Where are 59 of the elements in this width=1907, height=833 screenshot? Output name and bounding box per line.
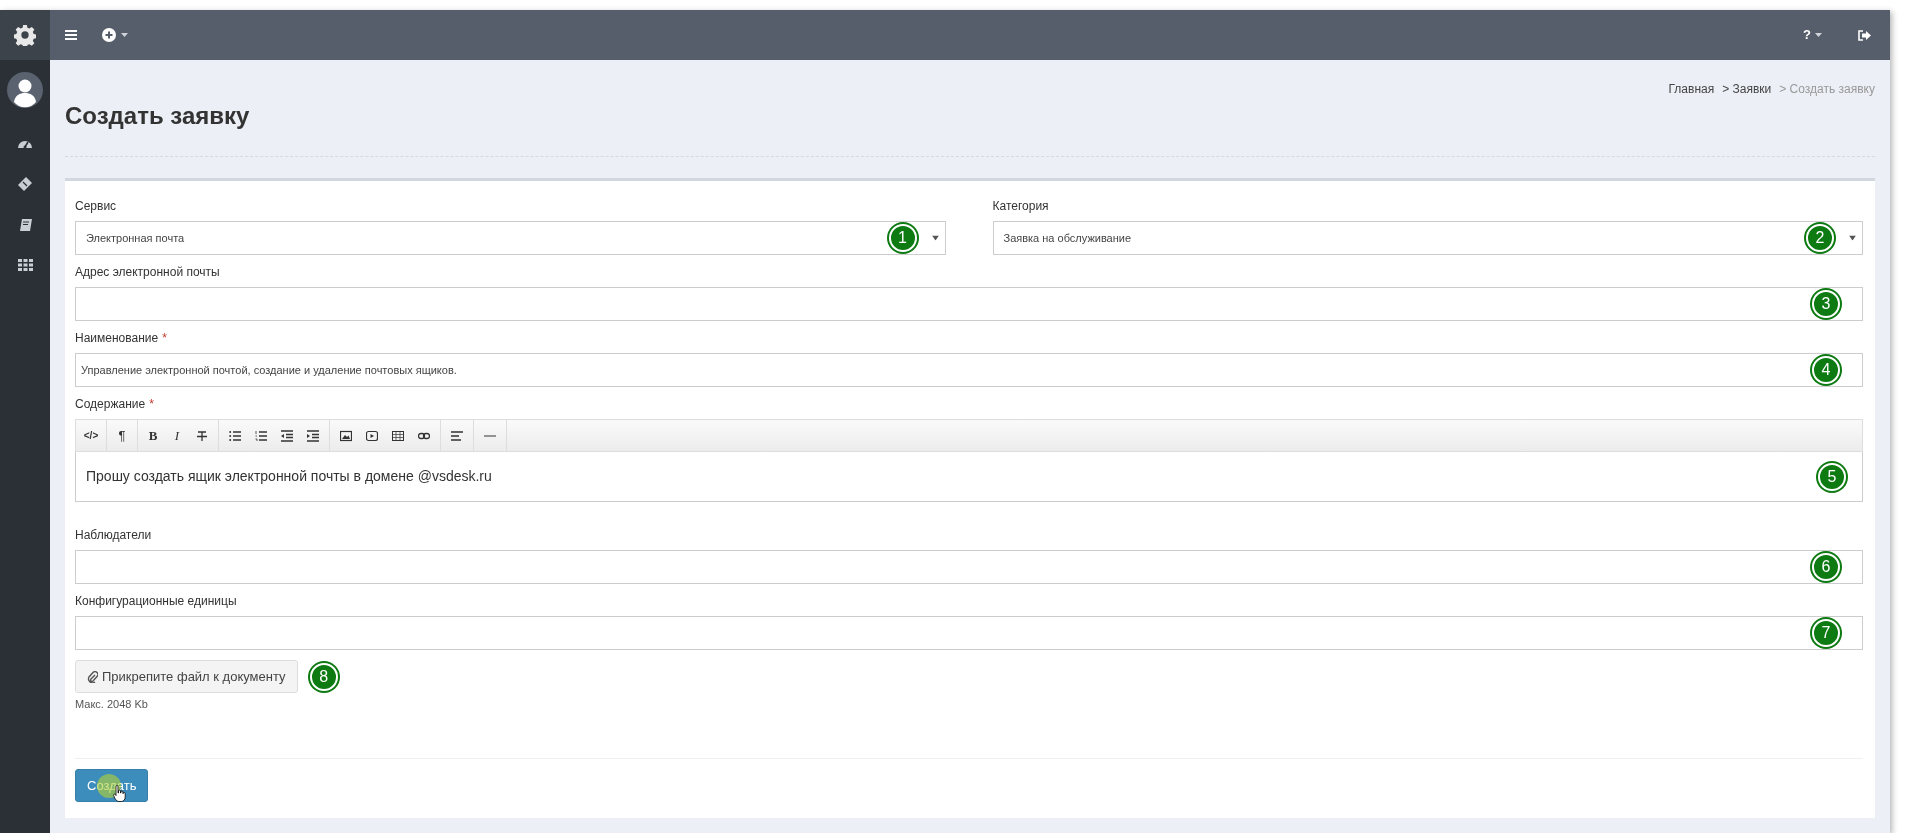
callout-badge: 4 [1812, 356, 1840, 384]
caret-icon [1815, 33, 1822, 37]
field-label: Сервис [75, 198, 117, 215]
input-field[interactable]: 7 [75, 616, 1863, 650]
input-field[interactable]: 3 [75, 287, 1863, 321]
video-icon[interactable] [366, 429, 378, 442]
menu-icon[interactable] [65, 30, 77, 40]
callout-badge: 8 [309, 662, 338, 691]
italic-button[interactable]: I [165, 423, 189, 448]
page-title: Создать заявку [65, 101, 250, 131]
paragraph-button[interactable]: ¶ [110, 423, 134, 448]
add-button[interactable] [102, 28, 128, 42]
dropdown-caret-icon [1849, 235, 1856, 241]
dropdown-caret-icon [931, 235, 939, 241]
required-mark: * [149, 396, 154, 413]
field-label: Наименование [75, 330, 159, 347]
bullet-list-icon[interactable] [229, 429, 241, 442]
input-field[interactable]: Управление электронной почтой, создание и удаление почтовых ящиков. 4 [75, 353, 1863, 387]
editor-field[interactable]: Прошу создать ящик электронной почты в домене @vsdesk.ru 5 [75, 452, 1863, 502]
caret-icon [121, 33, 128, 37]
align-icon[interactable] [451, 429, 463, 442]
callout-badge: 3 [1812, 290, 1840, 318]
current-page-text: > Создать заявку [1779, 81, 1875, 98]
select-field[interactable]: Заявка на обслуживание 2 [992, 221, 1863, 255]
callout-badge: 5 [1818, 462, 1846, 491]
field-label: Категория [992, 198, 1049, 215]
file-size-note: Макс. 2048 Kb [75, 697, 149, 712]
help-button[interactable]: ? [1803, 25, 1822, 45]
indent-icon[interactable] [307, 429, 319, 442]
callout-badge: 7 [1812, 619, 1840, 647]
plus-icon [102, 28, 116, 42]
field-label: Наблюдатели [75, 527, 152, 544]
field-label: Конфигурационные единицы [75, 593, 237, 610]
submit-button[interactable]: Создать [75, 769, 149, 802]
avatar-icon[interactable] [7, 72, 43, 108]
numbered-list-icon[interactable] [255, 429, 267, 442]
field-label: Содержание [75, 396, 146, 413]
required-mark: * [162, 330, 167, 347]
book-icon[interactable] [17, 218, 33, 233]
callout-badge: 2 [1806, 224, 1834, 252]
ticket-icon[interactable] [17, 176, 33, 192]
input-field[interactable]: 6 [75, 550, 1863, 584]
breadcrumb-link[interactable]: > Заявки [1722, 80, 1772, 98]
code-view-button[interactable]: </> [79, 423, 103, 448]
table-icon[interactable] [392, 429, 404, 442]
strikethrough-icon[interactable] [196, 429, 208, 442]
paperclip-icon [87, 670, 98, 683]
image-icon[interactable] [340, 429, 352, 442]
outdent-icon[interactable] [281, 429, 293, 442]
callout-badge: 6 [1812, 553, 1840, 581]
select-field[interactable]: Электронная почта 1 [75, 221, 946, 255]
attach-file-button[interactable]: Прикрепите файл к документу [75, 660, 298, 693]
logout-icon[interactable] [1858, 29, 1871, 41]
field-label: Адрес электронной почты [75, 264, 220, 281]
gear-icon[interactable] [14, 24, 36, 46]
grid-icon[interactable] [17, 259, 33, 271]
breadcrumb-link[interactable]: Главная [1668, 80, 1715, 98]
callout-badge: 1 [888, 224, 917, 252]
bold-button[interactable]: B [141, 423, 165, 448]
